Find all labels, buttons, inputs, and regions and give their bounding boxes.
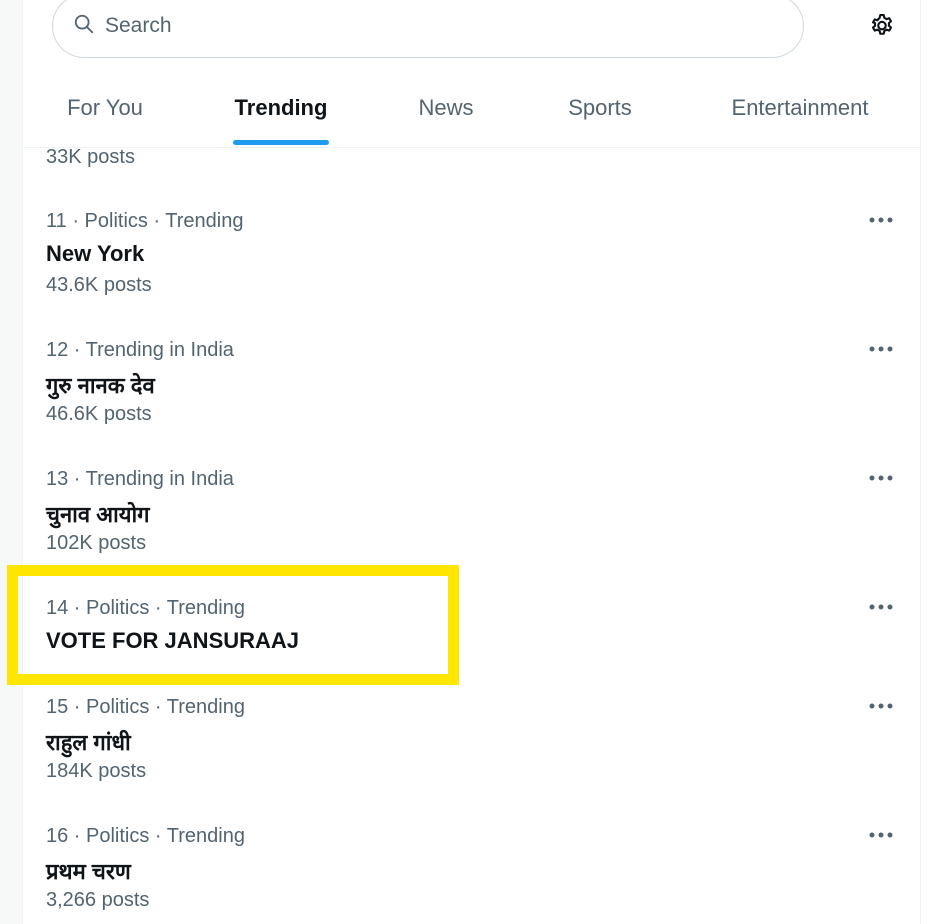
trend-post-count: 33K posts <box>46 146 135 168</box>
tab-news[interactable]: News <box>409 68 483 147</box>
highlight-box <box>7 565 459 685</box>
trend-meta: 13 · Trending in India <box>46 468 234 490</box>
more-options-icon <box>868 211 894 229</box>
trend-post-count: 102K posts <box>46 532 147 554</box>
trend-name: गुरु नानक देव <box>46 373 155 398</box>
trend-meta: 14 · Politics · Trending <box>46 597 245 619</box>
explore-tabs: For You Trending News Sports Entertainme… <box>23 68 920 148</box>
tab-label: Sports <box>568 94 632 120</box>
more-options-button[interactable] <box>863 464 899 492</box>
tab-entertainment[interactable]: Entertainment <box>719 68 881 147</box>
trend-post-count: 3,266 posts <box>46 889 150 911</box>
trend-name: VOTE FOR JANSURAAJ <box>46 628 300 653</box>
trend-post-count: 43.6K posts <box>46 274 152 296</box>
tab-label: News <box>418 94 474 120</box>
more-options-button[interactable] <box>863 206 899 234</box>
trend-name: राहुल गांधी <box>46 730 131 755</box>
more-options-icon <box>868 469 894 487</box>
tab-sports[interactable]: Sports <box>555 68 645 147</box>
right-divider <box>920 0 921 924</box>
trend-meta: 15 · Politics · Trending <box>46 696 245 718</box>
left-gutter <box>0 0 22 924</box>
settings-button[interactable] <box>866 11 898 43</box>
tab-label: Trending <box>234 94 328 120</box>
trend-name: प्रथम चरण <box>46 859 131 884</box>
tab-label: For You <box>67 94 143 120</box>
more-options-icon <box>868 697 894 715</box>
trend-name: New York <box>46 241 145 266</box>
tab-label: Entertainment <box>731 94 869 120</box>
trend-meta: 16 · Politics · Trending <box>46 825 245 847</box>
trend-post-count: 184K posts <box>46 760 147 782</box>
tab-trending[interactable]: Trending <box>229 68 333 147</box>
trend-meta: 11 · Politics · Trending <box>46 210 244 232</box>
active-tab-indicator <box>233 140 329 145</box>
gear-icon <box>868 11 896 44</box>
trend-name: चुनाव आयोग <box>46 502 150 527</box>
search-input[interactable] <box>103 13 747 39</box>
more-options-icon <box>868 826 894 844</box>
more-options-button[interactable] <box>863 821 899 849</box>
more-options-button[interactable] <box>863 593 899 621</box>
explore-page: For You Trending News Sports Entertainme… <box>0 0 951 924</box>
trend-post-count: 46.6K posts <box>46 403 152 425</box>
search-box[interactable] <box>52 0 804 58</box>
more-options-icon <box>868 598 894 616</box>
search-icon <box>73 13 95 40</box>
tab-for-you[interactable]: For You <box>47 68 163 147</box>
more-options-icon <box>868 340 894 358</box>
trend-meta: 12 · Trending in India <box>46 339 234 361</box>
more-options-button[interactable] <box>863 335 899 363</box>
more-options-button[interactable] <box>863 692 899 720</box>
